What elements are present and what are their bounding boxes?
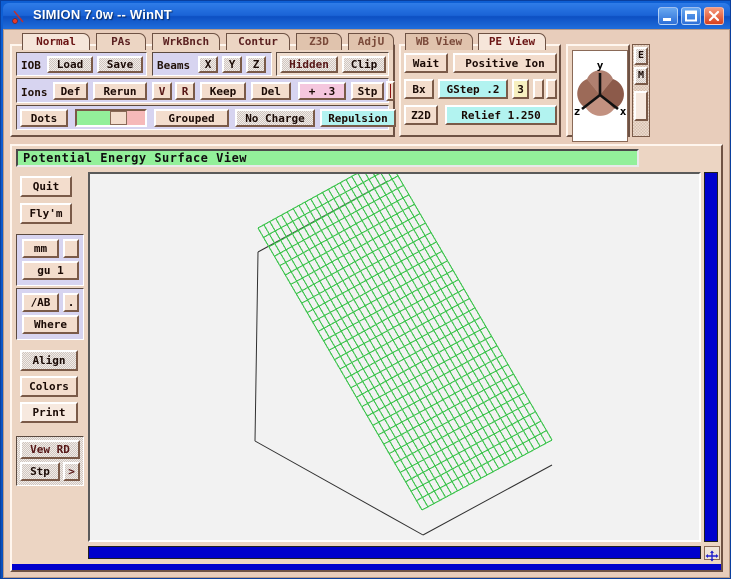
- tab-wb-view[interactable]: WB View: [405, 33, 473, 50]
- tab-normal[interactable]: Normal: [22, 33, 90, 50]
- right-tab-row: WB View PE View: [402, 33, 562, 50]
- z2d-button[interactable]: Z2D: [404, 105, 438, 125]
- tab-adjv[interactable]: AdjU: [348, 33, 394, 50]
- gstep-decrease-button[interactable]: [533, 79, 544, 99]
- bx-button[interactable]: Bx: [404, 79, 434, 99]
- close-icon[interactable]: [704, 7, 724, 25]
- swatch-green[interactable]: [77, 111, 110, 125]
- units-mm-button[interactable]: mm: [22, 239, 59, 258]
- polarity-button[interactable]: Positive Ion: [453, 53, 557, 73]
- svg-text:y: y: [597, 59, 604, 72]
- pe-view-title: Potential Energy Surface View: [16, 149, 639, 167]
- gstep-number[interactable]: 3: [512, 79, 529, 99]
- units-toggle-button[interactable]: [63, 239, 79, 258]
- beam-axis-z-button[interactable]: Z: [246, 56, 266, 73]
- pe-view-window: Potential Energy Surface View Quit Fly'm…: [10, 144, 723, 572]
- move-resize-icon[interactable]: [704, 546, 720, 562]
- v-button[interactable]: V: [152, 82, 172, 100]
- rerun-button[interactable]: Rerun: [93, 82, 147, 100]
- clip-button[interactable]: Clip: [342, 56, 386, 73]
- window-title: SIMION 7.0w -- WinNT: [33, 7, 172, 22]
- step-value-field[interactable]: + .3: [298, 82, 346, 100]
- pe-surface-mesh: [90, 174, 699, 540]
- orientation-widget-panel[interactable]: y z x: [566, 44, 630, 142]
- pe-sidebar: Quit Fly'm mm gu 1 /AB . Where Align Col…: [16, 172, 84, 568]
- vew-rd-button[interactable]: Vew RD: [20, 440, 80, 459]
- dot-button[interactable]: .: [63, 293, 79, 312]
- save-button[interactable]: Save: [97, 56, 143, 73]
- load-button[interactable]: Load: [47, 56, 93, 73]
- simion-icon: [12, 10, 24, 24]
- tab-pe-view[interactable]: PE View: [478, 33, 546, 50]
- measure-group: /AB . Where: [16, 288, 84, 340]
- units-group: mm gu 1: [16, 234, 84, 286]
- tab-pas[interactable]: PAs: [96, 33, 146, 50]
- hidden-clip-group: Hidden Clip: [276, 52, 389, 76]
- stp-button[interactable]: Stp: [351, 82, 384, 100]
- maximize-icon[interactable]: [681, 7, 701, 25]
- repulsion-button[interactable]: Repulsion: [320, 109, 396, 127]
- def-button[interactable]: Def: [53, 82, 88, 100]
- client-area: Normal PAs WrkBnch Contur Z3D AdjU IOB L…: [3, 29, 730, 578]
- r-button[interactable]: R: [175, 82, 195, 100]
- keep-button[interactable]: Keep: [200, 82, 246, 100]
- gstep-field[interactable]: GStep .2: [438, 79, 508, 99]
- axis-tripod-icon: y z x: [574, 59, 627, 118]
- gu-field[interactable]: gu 1: [22, 261, 79, 280]
- swatch-peach[interactable]: [110, 111, 127, 125]
- svg-text:x: x: [620, 105, 627, 118]
- no-charge-button[interactable]: No Charge: [235, 109, 315, 127]
- vertical-scrollbar[interactable]: [704, 172, 718, 542]
- ab-button[interactable]: /AB: [22, 293, 59, 312]
- print-button[interactable]: Print: [20, 402, 78, 423]
- colors-button[interactable]: Colors: [20, 376, 78, 397]
- display-options-group: Dots Grouped No Charge Repulsion: [16, 105, 396, 130]
- grouped-button[interactable]: Grouped: [154, 109, 229, 127]
- beams-group: Beams X Y Z: [152, 52, 272, 76]
- pe-surface-plot[interactable]: [88, 172, 701, 542]
- svg-text:z: z: [574, 105, 581, 118]
- ions-group: Ions Def Rerun V R Keep Del + .3 Stp: [16, 78, 395, 103]
- tab-wrkbnch[interactable]: WrkBnch: [152, 33, 220, 50]
- beam-axis-y-button[interactable]: Y: [222, 56, 242, 73]
- edge-tool-column: E M: [632, 44, 650, 137]
- iob-group: IOB Load Save: [16, 52, 147, 76]
- relief-field[interactable]: Relief 1.250: [445, 105, 557, 125]
- tab-contur[interactable]: Contur: [226, 33, 290, 50]
- tab-z3d[interactable]: Z3D: [296, 33, 342, 50]
- swatch-pink[interactable]: [127, 111, 145, 125]
- intensity-slider[interactable]: [386, 81, 395, 101]
- next-step-button[interactable]: >: [63, 462, 80, 481]
- gstep-increase-button[interactable]: [546, 79, 557, 99]
- left-tab-row: Normal PAs WrkBnch Contur Z3D AdjU: [14, 33, 394, 50]
- view-record-group: Vew RD Stp >: [16, 436, 84, 486]
- where-button[interactable]: Where: [22, 315, 79, 334]
- orientation-axes-view[interactable]: y z x: [572, 50, 628, 142]
- quit-button[interactable]: Quit: [20, 176, 72, 197]
- m-button[interactable]: M: [634, 67, 648, 85]
- horizontal-scrollbar[interactable]: [88, 546, 701, 559]
- sidebar-stp-button[interactable]: Stp: [20, 462, 60, 481]
- title-bar: SIMION 7.0w -- WinNT: [3, 3, 730, 29]
- beams-label: Beams: [157, 59, 191, 72]
- color-swatch-group[interactable]: [75, 109, 147, 127]
- iob-label: IOB: [21, 59, 41, 72]
- hidden-button[interactable]: Hidden: [280, 56, 338, 73]
- e-button[interactable]: E: [634, 47, 648, 65]
- pe-bottom-bar: [12, 564, 721, 570]
- toolbar: Normal PAs WrkBnch Contur Z3D AdjU IOB L…: [10, 33, 723, 142]
- dots-button[interactable]: Dots: [20, 109, 68, 127]
- align-button[interactable]: Align: [20, 350, 78, 371]
- edge-slider[interactable]: [634, 91, 648, 121]
- beam-axis-x-button[interactable]: X: [198, 56, 218, 73]
- ions-label: Ions: [21, 86, 48, 99]
- flym-button[interactable]: Fly'm: [20, 203, 72, 224]
- wait-button[interactable]: Wait: [404, 53, 448, 73]
- application-window: SIMION 7.0w -- WinNT Normal PAs WrkBnch …: [0, 0, 731, 579]
- del-button[interactable]: Del: [251, 82, 291, 100]
- minimize-icon[interactable]: [658, 7, 678, 25]
